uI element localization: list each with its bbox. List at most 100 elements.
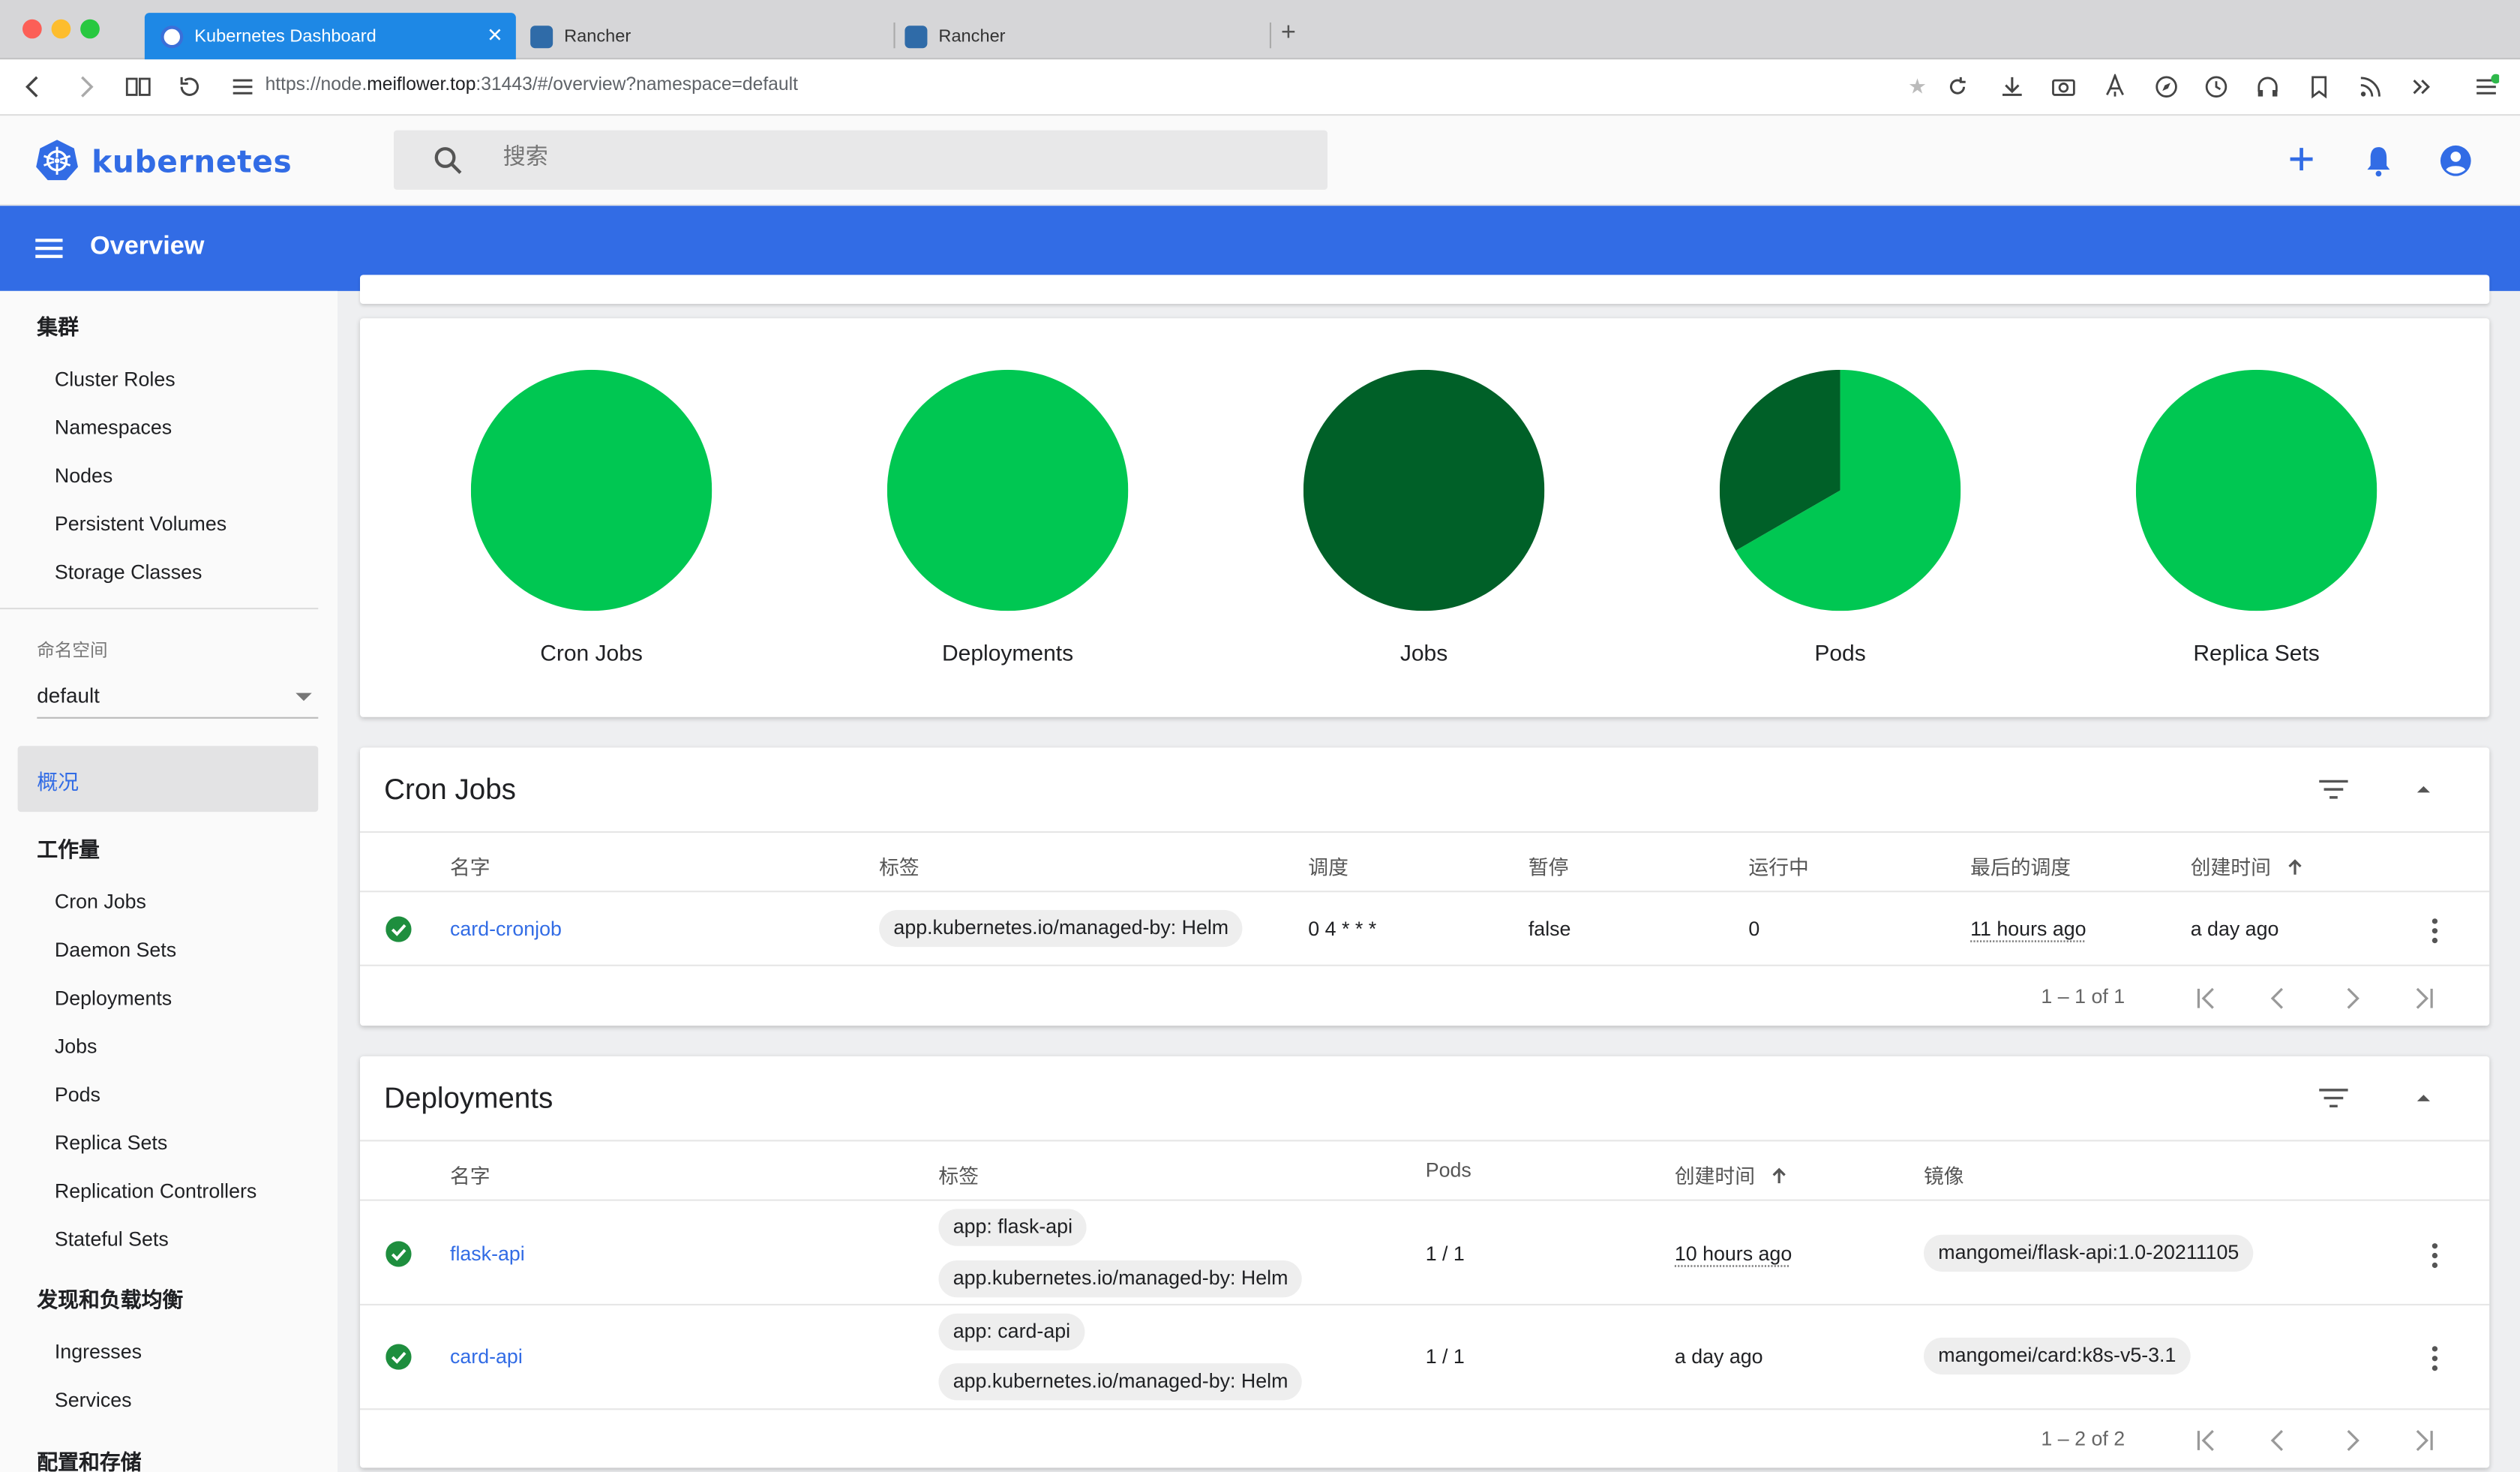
sidebar-heading-config-storage[interactable]: 配置和存储 [37, 1445, 141, 1472]
column-header-schedule[interactable]: 调度 [1308, 851, 1348, 882]
first-page-icon[interactable] [2195, 987, 2218, 1010]
sidebar-item-namespaces[interactable]: Namespaces [55, 416, 172, 439]
pie-slice-running[interactable] [470, 369, 712, 611]
filter-icon[interactable] [2319, 780, 2348, 799]
app-header: kubernetes [0, 116, 2520, 206]
sidebar-item-cluster-roles[interactable]: Cluster Roles [55, 368, 176, 391]
sidebar-item-stateful-sets[interactable]: Stateful Sets [55, 1228, 169, 1251]
card-top-fragment [360, 275, 2490, 304]
sidebar-item-storage-classes[interactable]: Storage Classes [55, 561, 202, 584]
last-page-icon[interactable] [2412, 1429, 2434, 1452]
sidebar-heading-cluster[interactable]: 集群 [37, 311, 79, 341]
collapse-chevron-icon[interactable] [2416, 1092, 2432, 1103]
pie-chart-deployments[interactable] [886, 369, 1129, 611]
kubernetes-logo-icon[interactable] [35, 138, 79, 182]
sidebar-item-nodes[interactable]: Nodes [55, 464, 112, 487]
divider [360, 831, 2490, 833]
first-page-icon[interactable] [2195, 1429, 2218, 1452]
column-header-suspend[interactable]: 暂停 [1528, 851, 1569, 882]
browser-tab-rancher[interactable]: Rancher [530, 13, 892, 59]
brand-name[interactable]: kubernetes [92, 145, 292, 180]
cronjob-name-link[interactable]: card-cronjob [450, 918, 562, 941]
sidebar-item-persistent-volumes[interactable]: Persistent Volumes [55, 513, 226, 536]
notifications-bell-icon[interactable] [2364, 145, 2393, 177]
browser-tab-kubernetes[interactable]: Kubernetes Dashboard ✕ [144, 13, 516, 60]
more-vert-icon[interactable] [2432, 1346, 2438, 1371]
window-zoom-button[interactable] [80, 19, 100, 39]
next-page-icon[interactable] [2340, 987, 2362, 1010]
sidebar-item-daemon-sets[interactable]: Daemon Sets [55, 939, 176, 961]
compass-icon[interactable] [2153, 74, 2179, 100]
sidebar-item-jobs[interactable]: Jobs [55, 1035, 98, 1058]
search-input[interactable] [502, 143, 1275, 169]
pie-chart-pods[interactable] [1719, 369, 1961, 611]
tab-divider [1269, 23, 1271, 49]
browser-tab-rancher-2[interactable]: Rancher [904, 13, 1266, 59]
column-header-name[interactable]: 名字 [450, 1159, 490, 1190]
new-tab-icon[interactable]: + [1281, 20, 1296, 49]
sidebar-heading-discovery[interactable]: 发现和负载均衡 [37, 1283, 183, 1314]
url-text[interactable]: https://node.meiflower.top:31443/#/overv… [266, 76, 798, 95]
camera-icon[interactable] [2050, 74, 2076, 100]
download-icon[interactable] [2000, 74, 2025, 100]
last-page-icon[interactable] [2412, 987, 2434, 1010]
sidebar-item-replica-sets[interactable]: Replica Sets [55, 1132, 167, 1155]
bookmark-star-icon[interactable]: ★ [1904, 74, 1930, 100]
back-icon[interactable] [22, 74, 42, 100]
overflow-chevrons-icon[interactable] [2409, 74, 2434, 100]
previous-page-icon[interactable] [2268, 987, 2290, 1010]
filter-icon[interactable] [2319, 1089, 2348, 1108]
close-icon[interactable]: ✕ [487, 24, 503, 47]
pie-slice-running[interactable] [2135, 369, 2378, 611]
create-plus-icon[interactable] [2287, 145, 2316, 174]
pie-chart-replica-sets[interactable] [2135, 369, 2378, 611]
sidebar-item-replication-controllers[interactable]: Replication Controllers [55, 1180, 256, 1203]
sidebar-item-deployments[interactable]: Deployments [55, 987, 172, 1010]
reader-icon[interactable] [125, 74, 151, 100]
forward-icon[interactable] [77, 74, 97, 100]
sidebar-item-services[interactable]: Services [55, 1389, 132, 1411]
more-vert-icon[interactable] [2432, 918, 2438, 944]
reload-icon[interactable] [1945, 74, 1970, 100]
pie-chart-cron-jobs[interactable] [470, 369, 712, 611]
rss-icon[interactable] [2358, 74, 2384, 100]
pie-slice-succeeded[interactable] [1303, 369, 1545, 611]
bookmark-icon[interactable] [2306, 74, 2332, 100]
collapse-chevron-icon[interactable] [2416, 783, 2432, 795]
divider [360, 891, 2490, 893]
pie-slice-running[interactable] [886, 369, 1129, 611]
deployment-name-link[interactable]: card-api [450, 1346, 523, 1368]
sidebar-heading-workloads[interactable]: 工作量 [37, 833, 100, 864]
sidebar-item-pods[interactable]: Pods [55, 1083, 100, 1106]
column-header-active[interactable]: 运行中 [1748, 851, 1808, 882]
sidebar-item-overview[interactable]: 概况 [17, 746, 319, 813]
account-circle-icon[interactable] [2440, 145, 2472, 177]
pie-chart-jobs[interactable] [1303, 369, 1545, 611]
chart-jobs: Jobs [1303, 369, 1545, 665]
rancher-favicon-icon [904, 25, 928, 48]
sidebar-item-cron-jobs[interactable]: Cron Jobs [55, 891, 146, 913]
hamburger-menu-icon[interactable] [35, 238, 63, 259]
deployment-name-link[interactable]: flask-api [450, 1242, 525, 1265]
namespace-select[interactable]: default [37, 680, 319, 719]
next-page-icon[interactable] [2340, 1429, 2362, 1452]
more-vert-icon[interactable] [2432, 1242, 2438, 1269]
column-header-created[interactable]: 创建时间 [2191, 851, 2302, 882]
pagination-range: 1 – 1 of 1 [2041, 985, 2126, 1008]
history-back-icon[interactable] [177, 74, 202, 100]
rancher-favicon-icon [530, 25, 554, 48]
headphones-icon[interactable] [2254, 74, 2280, 100]
window-close-button[interactable] [22, 19, 42, 39]
rocket-icon[interactable] [2102, 74, 2128, 100]
page-info-icon[interactable] [232, 74, 254, 100]
chart-label: Deployments [942, 639, 1074, 666]
column-header-last-schedule[interactable]: 最后的调度 [1970, 851, 2071, 882]
window-minimize-button[interactable] [51, 19, 71, 39]
column-header-created[interactable]: 创建时间 [1675, 1159, 1786, 1190]
browser-menu-icon[interactable] [2474, 74, 2500, 100]
sidebar-item-ingresses[interactable]: Ingresses [55, 1341, 142, 1363]
clock-icon[interactable] [2204, 74, 2229, 100]
search-box[interactable] [394, 130, 1328, 190]
previous-page-icon[interactable] [2268, 1429, 2290, 1452]
column-header-name[interactable]: 名字 [450, 851, 490, 882]
